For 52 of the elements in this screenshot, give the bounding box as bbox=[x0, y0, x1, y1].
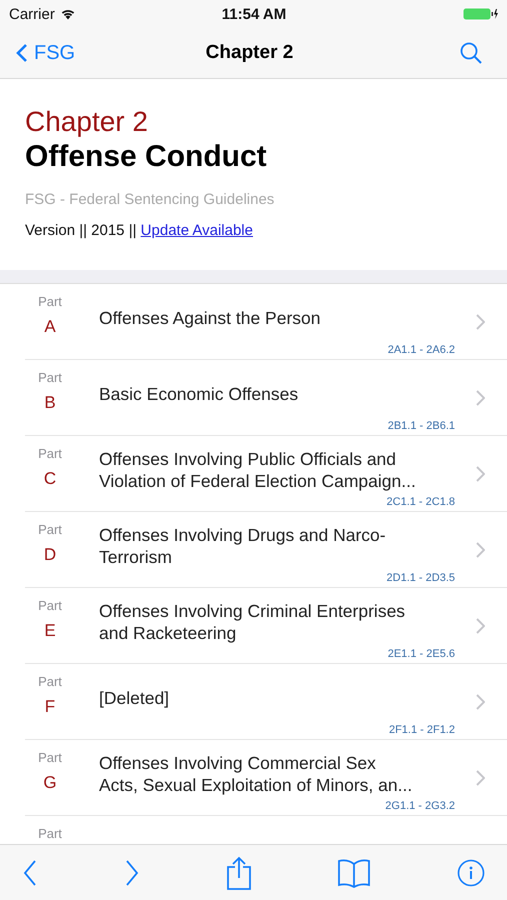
section-range: 2E1.1 - 2E5.6 bbox=[388, 648, 455, 660]
part-title[interactable]: [Deleted] bbox=[99, 686, 455, 708]
chevron-icon bbox=[476, 770, 485, 786]
part-letter: A bbox=[44, 317, 56, 337]
part-label: Part bbox=[38, 370, 62, 385]
section-range: 2C1.1 - 2C1.8 bbox=[386, 496, 455, 508]
battery-icon bbox=[462, 7, 499, 21]
carrier-label: Carrier bbox=[9, 6, 55, 22]
part-label: Part bbox=[38, 446, 62, 461]
wifi-icon bbox=[60, 8, 76, 20]
chapter-number: Chapter 2 bbox=[25, 105, 149, 139]
part-label: Part bbox=[38, 826, 62, 841]
section-range: 2A1.1 - 2A6.2 bbox=[388, 344, 455, 356]
section-range: 2B1.1 - 2B6.1 bbox=[388, 420, 455, 432]
book-subtitle: FSG - Federal Sentencing Guidelines bbox=[25, 191, 276, 208]
part-title[interactable]: Offenses Involving Public Officials and Violation of Federal Election Campaign... bbox=[99, 448, 455, 492]
part-title[interactable]: Basic Economic Offenses bbox=[99, 382, 455, 404]
nav-title: Chapter 2 bbox=[206, 42, 294, 64]
part-letter: E bbox=[44, 621, 56, 641]
search-icon[interactable] bbox=[458, 41, 483, 65]
part-title[interactable]: Offenses Involving Commercial Sex Acts, Sexual Exploitation of Minors, an... bbox=[99, 752, 455, 796]
part-title[interactable]: Offenses Involving Criminal Enterprises and Racketeering bbox=[99, 600, 455, 644]
info-icon[interactable] bbox=[457, 858, 485, 886]
part-label: Part bbox=[38, 598, 62, 613]
part-title[interactable]: Offenses Involving Drugs and Narco- Terrorism bbox=[99, 524, 455, 568]
back-chevron-icon bbox=[16, 43, 28, 63]
part-letter: C bbox=[44, 469, 56, 489]
part-letter: D bbox=[44, 545, 56, 565]
chevron-icon bbox=[476, 466, 485, 482]
chevron-icon bbox=[476, 314, 485, 330]
section-range: 2G1.1 - 2G3.2 bbox=[385, 800, 455, 812]
chevron-icon bbox=[476, 390, 485, 406]
part-label: Part bbox=[38, 294, 62, 309]
update-link[interactable]: Update Available bbox=[140, 222, 253, 239]
chevron-icon bbox=[476, 694, 485, 710]
version-text: Version || 2015 || Update Available bbox=[25, 222, 254, 239]
part-label: Part bbox=[38, 674, 62, 689]
clock-time: 11:54 AM bbox=[222, 6, 286, 22]
chevron-icon bbox=[476, 618, 485, 634]
part-label: Part bbox=[38, 522, 62, 537]
back-button[interactable]: FSG bbox=[16, 42, 126, 64]
part-letter: G bbox=[43, 773, 57, 793]
section-range: 2F1.1 - 2F1.2 bbox=[388, 724, 455, 736]
share-icon[interactable] bbox=[226, 856, 252, 890]
part-letter: B bbox=[44, 393, 56, 413]
book-icon[interactable] bbox=[337, 858, 372, 888]
part-letter: F bbox=[44, 697, 56, 717]
chapter-title: Offense Conduct bbox=[25, 139, 268, 175]
section-range: 2D1.1 - 2D3.5 bbox=[386, 572, 455, 584]
part-label: Part bbox=[38, 750, 62, 765]
part-title[interactable]: Offenses Against the Person bbox=[99, 306, 455, 328]
chevron-icon bbox=[476, 542, 485, 558]
